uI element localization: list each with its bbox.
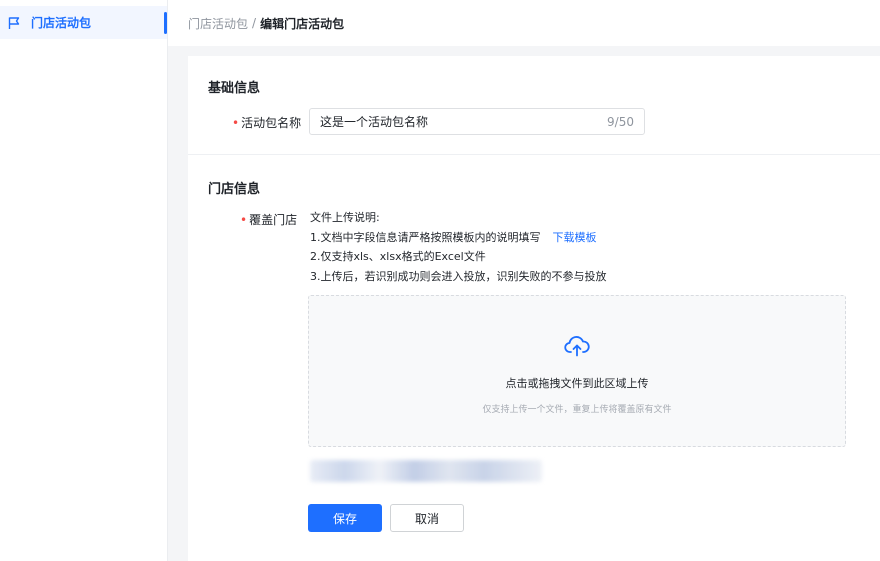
required-mark: • [232, 116, 240, 130]
instruction-line-1-row: 1.文档中字段信息请严格按照模板内的说明填写 下载模板 [310, 228, 607, 248]
breadcrumb-current: 编辑门店活动包 [260, 16, 345, 31]
flag-icon [7, 16, 21, 30]
cancel-button[interactable]: 取消 [390, 504, 464, 532]
activity-name-label-group: • 活动包名称 [232, 114, 301, 131]
store-info-title: 门店信息 [208, 182, 261, 197]
sidebar-item-label: 门店活动包 [31, 16, 92, 30]
sidebar: 门店活动包 [0, 0, 168, 561]
activity-name-label: 活动包名称 [241, 116, 302, 130]
file-upload-dropzone[interactable]: 点击或拖拽文件到此区域上传 仅支持上传一个文件，重复上传将覆盖原有文件 [308, 295, 846, 447]
activity-name-input[interactable]: 这是一个活动包名称 9/50 [309, 108, 645, 135]
edit-form-card: 基础信息 • 活动包名称 这是一个活动包名称 9/50 门店信息 • 覆盖门店 文件… [188, 56, 880, 561]
instruction-line-1: 1.文档中字段信息请严格按照模板内的说明填写 [310, 230, 541, 244]
section-divider [188, 154, 880, 155]
breadcrumb-separator: / [252, 16, 257, 30]
upload-instructions: 文件上传说明: 1.文档中字段信息请严格按照模板内的说明填写 下载模板 2.仅支持… [310, 208, 607, 286]
uploaded-file-item-blurred [310, 460, 542, 482]
coverage-stores-label: 覆盖门店 [249, 213, 298, 227]
character-count: 9/50 [607, 114, 634, 129]
sidebar-item-store-activity-pack[interactable]: 门店活动包 [0, 6, 167, 39]
required-mark: • [240, 213, 248, 227]
upload-hint-text: 仅支持上传一个文件，重复上传将覆盖原有文件 [482, 405, 672, 415]
breadcrumb: 门店活动包 / 编辑门店活动包 [168, 0, 880, 46]
instruction-line-3: 3.上传后，若识别成功则会进入投放，识别失败的不参与投放 [310, 269, 607, 283]
basic-info-title: 基础信息 [208, 81, 261, 96]
instruction-line-2: 2.仅支持xls、xlsx格式的Excel文件 [310, 250, 486, 263]
save-button[interactable]: 保存 [308, 504, 382, 532]
download-template-link[interactable]: 下载模板 [553, 231, 597, 244]
breadcrumb-parent-link[interactable]: 门店活动包 [188, 15, 248, 32]
upload-main-text: 点击或拖拽文件到此区域上传 [505, 377, 649, 390]
cloud-upload-icon [564, 335, 590, 357]
activity-name-value: 这是一个活动包名称 [320, 115, 429, 129]
coverage-label-group: • 覆盖门店 [240, 211, 297, 228]
instructions-heading: 文件上传说明: [310, 211, 380, 224]
active-indicator [164, 12, 167, 34]
